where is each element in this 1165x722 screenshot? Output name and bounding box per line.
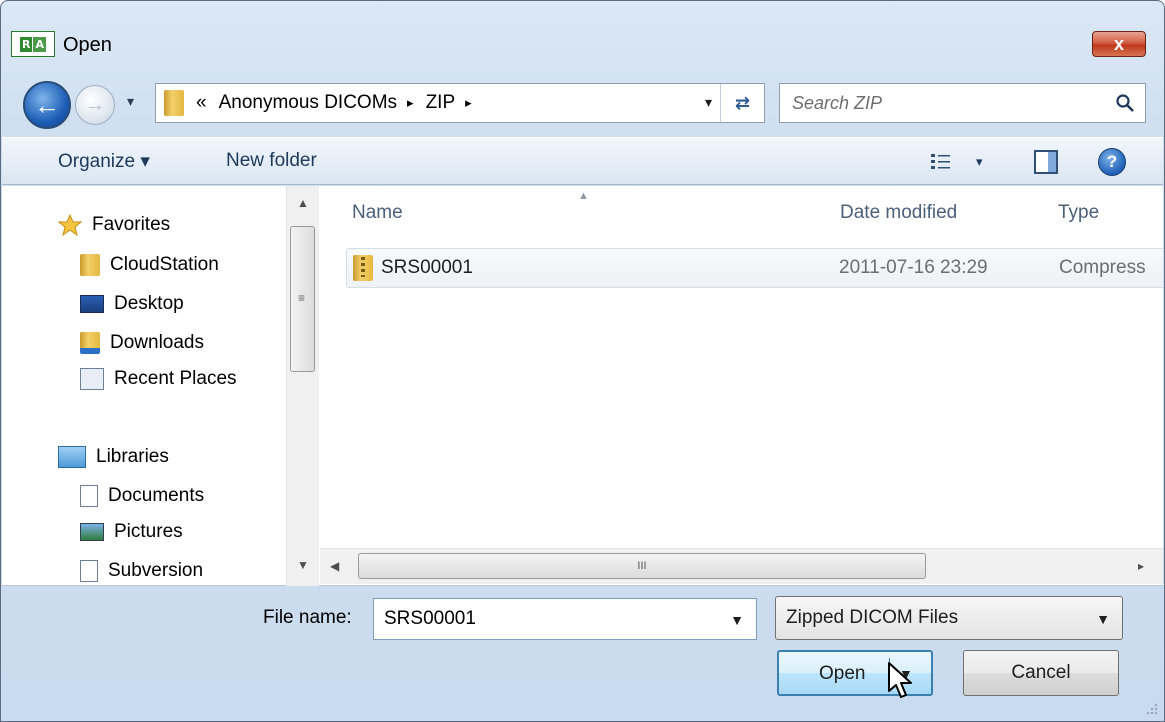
sidebar-item-desktop[interactable]: Desktop xyxy=(80,293,184,315)
sidebar-item-label: Subversion xyxy=(108,560,204,581)
forward-arrow-icon: → xyxy=(85,93,105,116)
cancel-button-label: Cancel xyxy=(1011,662,1071,683)
grip-icon: III xyxy=(637,560,647,572)
help-symbol: ? xyxy=(1106,152,1118,171)
sidebar-item-label: Recent Places xyxy=(114,368,237,389)
forward-button[interactable]: → xyxy=(75,85,115,125)
help-icon[interactable]: ? xyxy=(1098,148,1126,176)
file-name-field[interactable] xyxy=(374,599,714,639)
sidebar-item-downloads[interactable]: Downloads xyxy=(80,332,204,354)
back-arrow-icon: ← xyxy=(34,89,60,120)
star-icon xyxy=(58,214,82,236)
preview-pane-icon[interactable] xyxy=(1034,150,1058,174)
grip-icon: ≡ xyxy=(298,291,306,305)
file-list: ▲ Name Date modified Type SRS00001 2011-… xyxy=(320,186,1163,586)
sidebar-item-label: Downloads xyxy=(110,332,204,353)
folder-icon xyxy=(80,254,100,276)
organize-button[interactable]: Organize ▾ xyxy=(58,150,150,173)
scroll-right-icon[interactable]: ▸ xyxy=(1138,559,1144,573)
file-name: SRS00001 xyxy=(381,257,473,278)
column-header-type[interactable]: Type xyxy=(1058,202,1099,224)
new-folder-button[interactable]: New folder xyxy=(226,150,317,172)
file-name-dropdown-icon[interactable]: ▼ xyxy=(730,612,744,628)
horizontal-scroll-thumb[interactable]: III xyxy=(358,553,926,579)
sidebar-item-label: Pictures xyxy=(114,521,183,542)
sidebar-item-label: Desktop xyxy=(114,293,184,314)
sidebar-scroll-thumb[interactable]: ≡ xyxy=(290,226,315,372)
scroll-left-icon[interactable]: ◀ xyxy=(330,559,339,573)
app-icon-right-letter: A xyxy=(33,36,46,52)
scroll-down-icon[interactable]: ▼ xyxy=(297,558,309,572)
open-dialog: RA Open x ← → ▾ « Anonymous DICOMs ▸ ZIP… xyxy=(0,0,1165,722)
sidebar-item-documents[interactable]: Documents xyxy=(80,485,204,507)
close-button[interactable]: x xyxy=(1092,31,1146,57)
sidebar-item-label: Favorites xyxy=(92,214,171,235)
command-bar: Organize ▾ New folder ▾ ? xyxy=(2,137,1163,185)
downloads-folder-icon xyxy=(80,332,100,354)
address-bar[interactable]: « Anonymous DICOMs ▸ ZIP ▸ ▾ ⇄ xyxy=(155,83,765,123)
documents-icon xyxy=(80,485,98,507)
mouse-cursor-icon xyxy=(888,662,912,698)
sidebar-item-label: Documents xyxy=(108,485,205,506)
app-icon-left-letter: R xyxy=(20,36,33,52)
address-dropdown-icon[interactable]: ▾ xyxy=(705,94,712,111)
breadcrumb-anonymous-dicoms[interactable]: Anonymous DICOMs xyxy=(219,92,397,114)
cancel-button[interactable]: Cancel xyxy=(963,650,1119,696)
file-type-dropdown-icon[interactable]: ▼ xyxy=(1096,611,1110,627)
desktop-icon xyxy=(80,295,104,313)
sidebar-item-pictures[interactable]: Pictures xyxy=(80,521,183,543)
open-button-label: Open xyxy=(819,663,866,684)
app-icon: RA xyxy=(11,31,55,57)
views-dropdown-icon[interactable]: ▾ xyxy=(976,154,983,170)
breadcrumb-separator-icon[interactable]: ▸ xyxy=(465,95,472,111)
breadcrumb-overflow[interactable]: « xyxy=(196,92,207,114)
column-header-date-modified[interactable]: Date modified xyxy=(840,202,957,224)
sidebar-item-subversion[interactable]: Subversion xyxy=(80,560,203,582)
resize-grip-icon[interactable] xyxy=(1144,701,1158,715)
sidebar-favorites[interactable]: Favorites xyxy=(58,214,170,236)
sidebar-item-label: Libraries xyxy=(96,446,169,467)
back-button[interactable]: ← xyxy=(23,81,71,129)
file-date-modified: 2011-07-16 23:29 xyxy=(839,257,988,278)
file-name-label: File name: xyxy=(263,607,352,628)
close-icon: x xyxy=(1113,33,1124,54)
navigation-pane: Favorites CloudStation Desktop Downloads… xyxy=(2,186,286,586)
search-box[interactable] xyxy=(779,83,1146,123)
sidebar-item-cloudstation[interactable]: CloudStation xyxy=(80,254,219,276)
sidebar-item-label: CloudStation xyxy=(110,254,219,275)
views-icon[interactable] xyxy=(930,152,952,172)
search-input[interactable] xyxy=(780,84,1100,122)
recent-places-icon xyxy=(80,368,104,390)
sidebar-item-recent-places[interactable]: Recent Places xyxy=(80,368,237,390)
content-area: Favorites CloudStation Desktop Downloads… xyxy=(2,186,1163,586)
refresh-button[interactable]: ⇄ xyxy=(720,84,764,122)
file-type: Compress xyxy=(1059,257,1146,278)
title-bar: RA Open x xyxy=(1,1,1164,65)
folder-icon xyxy=(164,90,184,116)
window-title: Open xyxy=(63,34,112,56)
file-list-horizontal-scrollbar[interactable]: ◀ III ▸ xyxy=(320,548,1163,584)
refresh-icon: ⇄ xyxy=(734,92,751,113)
zip-folder-icon xyxy=(353,255,373,281)
file-type-select[interactable]: Zipped DICOM Files ▼ xyxy=(775,596,1123,640)
column-header-name[interactable]: Name xyxy=(352,202,403,224)
search-icon[interactable] xyxy=(1115,93,1135,113)
sort-ascending-icon: ▲ xyxy=(578,190,589,202)
recent-locations-dropdown[interactable]: ▾ xyxy=(127,93,134,110)
file-type-value: Zipped DICOM Files xyxy=(786,607,959,628)
table-row[interactable]: SRS00001 2011-07-16 23:29 Compress xyxy=(346,248,1163,288)
breadcrumb-separator-icon[interactable]: ▸ xyxy=(407,95,414,111)
pictures-icon xyxy=(80,523,104,541)
sidebar-libraries[interactable]: Libraries xyxy=(58,446,169,468)
libraries-icon xyxy=(58,446,86,468)
breadcrumb-zip[interactable]: ZIP xyxy=(426,92,456,114)
scroll-up-icon[interactable]: ▲ xyxy=(297,196,309,210)
subversion-icon xyxy=(80,560,98,582)
file-name-combobox[interactable]: ▼ xyxy=(373,598,757,640)
sidebar-scrollbar[interactable]: ▲ ≡ ▼ xyxy=(286,186,319,586)
